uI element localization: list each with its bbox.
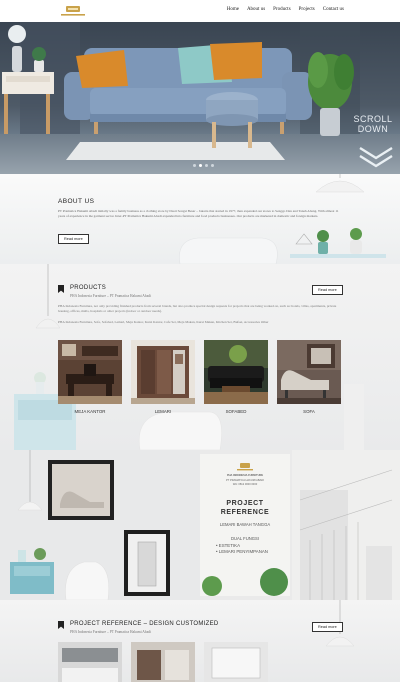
product-caption[interactable]: MEJA KANTOR xyxy=(58,409,122,414)
slider-dot[interactable] xyxy=(205,164,208,167)
product-image-lemari[interactable] xyxy=(131,340,195,404)
about-read-more-button[interactable]: Read more xyxy=(58,234,89,244)
product-caption[interactable]: SOFA xyxy=(277,409,341,414)
nav-item-contact[interactable]: Contact us xyxy=(323,7,344,12)
nav-item-about[interactable]: About us xyxy=(247,7,265,12)
scroll-down-indicator[interactable]: SCROLL DOWN xyxy=(352,114,394,134)
about-text: PT Pramatica Hakumi Abadi initially was … xyxy=(58,209,339,219)
products-title: PRODUCTS xyxy=(70,285,107,291)
slider-dot[interactable] xyxy=(211,164,214,167)
design-subtitle: PHA Indonesia Furniture – PT Pramatica H… xyxy=(70,630,152,634)
slider-dot-active[interactable] xyxy=(199,164,202,167)
hero-image xyxy=(2,22,393,168)
brand-logo[interactable] xyxy=(58,4,88,18)
product-image-sofabed[interactable] xyxy=(204,340,268,404)
products-description: PHA Indonesia Furniture, not only provid… xyxy=(58,304,337,313)
design-project-image[interactable] xyxy=(204,642,268,682)
design-title: PROJECT REFERENCE – DESIGN CUSTOMIZED xyxy=(70,621,219,627)
products-section: PRODUCTS PHA Indonesia Furniture – PT Pr… xyxy=(0,264,400,450)
about-title: ABOUT US xyxy=(58,198,95,205)
products-subtitle: PHA Indonesia Furniture – PT Pramatica H… xyxy=(70,294,152,298)
card-title-line: PROJECT xyxy=(226,500,264,507)
card-title: PROJECT REFERENCE xyxy=(200,500,290,517)
site-header: Home About us Products Projects Contact … xyxy=(0,0,400,22)
card-dual-function: DUAL FUNGSI xyxy=(231,536,259,541)
card-bullet: • LEMARI PENYIMPANAN xyxy=(216,549,268,554)
project-reference-banner: PHA INDONESIA FURNITURE PT PRAMATICA HAK… xyxy=(0,450,400,600)
product-image-sofa[interactable] xyxy=(277,340,341,404)
card-brand: PHA INDONESIA FURNITURE xyxy=(226,474,264,477)
product-caption[interactable]: LEMARI xyxy=(131,409,195,414)
card-bullets: • ESTETIKA • LEMARI PENYIMPANAN xyxy=(216,543,268,555)
project-reference-card[interactable]: PHA INDONESIA FURNITURE PT PRAMATICA HAK… xyxy=(200,454,290,596)
about-section: ABOUT US PT Pramatica Hakumi Abadi initi… xyxy=(0,174,400,264)
card-contact: WA: 0812 0000 0000 xyxy=(232,483,258,486)
hero-slider[interactable]: SCROLL DOWN xyxy=(0,22,400,174)
card-title-line: REFERENCE xyxy=(220,508,270,516)
nav-item-projects[interactable]: Projects xyxy=(299,7,315,12)
products-read-more-button[interactable]: Read more xyxy=(312,285,343,295)
main-nav: Home About us Products Projects Contact … xyxy=(227,7,344,12)
brand-logo xyxy=(237,463,253,471)
design-project-image[interactable] xyxy=(58,642,122,682)
scroll-text: SCROLL xyxy=(353,114,393,124)
slider-dot[interactable] xyxy=(193,164,196,167)
scroll-text: DOWN xyxy=(357,124,389,134)
product-caption[interactable]: SOFABED xyxy=(204,409,268,414)
products-categories-text: PHA Indonesia Furniture, Sofa, Sofabed, … xyxy=(58,320,269,324)
card-subtitle: LEMARI BAWAH TANGGA xyxy=(219,522,271,527)
card-plant-image xyxy=(202,568,288,596)
design-customized-section: PROJECT REFERENCE – DESIGN CUSTOMIZED PH… xyxy=(0,600,400,682)
nav-item-products[interactable]: Products xyxy=(273,7,291,12)
design-read-more-button[interactable]: Read more xyxy=(312,622,343,632)
card-company: PT PRAMATICA HAKUMI ABADI xyxy=(226,479,264,482)
slider-dots xyxy=(193,164,214,167)
design-project-image[interactable] xyxy=(131,642,195,682)
product-image-meja-kantor[interactable] xyxy=(58,340,122,404)
nav-item-home[interactable]: Home xyxy=(227,7,239,12)
